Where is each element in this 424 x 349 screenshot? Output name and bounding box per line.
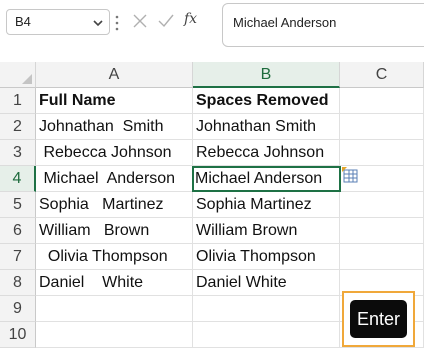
enter-key-label: Enter <box>350 300 407 338</box>
row-header-4[interactable]: 4 <box>0 166 36 192</box>
row-header-2[interactable]: 2 <box>0 114 36 140</box>
cell-c2[interactable] <box>340 114 424 140</box>
keystroke-highlight: Enter <box>342 291 415 347</box>
cell-c7[interactable] <box>340 244 424 270</box>
cell-a10[interactable] <box>36 322 193 348</box>
row-header-9[interactable]: 9 <box>0 296 36 322</box>
cell-b4[interactable]: Michael Anderson <box>192 166 341 192</box>
row-header-6[interactable]: 6 <box>0 218 36 244</box>
cell-c1[interactable] <box>340 88 424 114</box>
row-header-8[interactable]: 8 <box>0 270 36 296</box>
more-options-icon[interactable] <box>114 14 120 32</box>
cell-b10[interactable] <box>193 322 340 348</box>
row-header-10[interactable]: 10 <box>0 322 36 348</box>
cell-a1[interactable]: Full Name <box>36 88 193 114</box>
name-box[interactable]: B4 <box>6 9 110 35</box>
cell-c5[interactable] <box>340 192 424 218</box>
row-header-7[interactable]: 7 <box>0 244 36 270</box>
formula-value: Michael Anderson <box>233 15 337 30</box>
quick-analysis-icon[interactable] <box>341 166 359 184</box>
row-header-3[interactable]: 3 <box>0 140 36 166</box>
column-header-c[interactable]: C <box>340 62 424 88</box>
cell-b2[interactable]: Johnathan Smith <box>193 114 340 140</box>
cell-b9[interactable] <box>193 296 340 322</box>
cell-b7[interactable]: Olivia Thompson <box>193 244 340 270</box>
formula-buttons: fx <box>126 9 218 35</box>
name-box-value: B4 <box>15 14 31 29</box>
cell-a5[interactable]: Sophia Martinez <box>36 192 193 218</box>
chevron-down-icon[interactable] <box>91 16 105 30</box>
x-icon[interactable] <box>130 11 150 31</box>
cell-b8[interactable]: Daniel White <box>193 270 340 296</box>
cell-a6[interactable]: William Brown <box>36 218 193 244</box>
cell-a9[interactable] <box>36 296 193 322</box>
row-header-1[interactable]: 1 <box>0 88 36 114</box>
cell-b5[interactable]: Sophia Martinez <box>193 192 340 218</box>
cell-c6[interactable] <box>340 218 424 244</box>
cell-a2[interactable]: Johnathan Smith <box>36 114 193 140</box>
cell-c3[interactable] <box>340 140 424 166</box>
cell-a8[interactable]: Daniel White <box>36 270 193 296</box>
formula-bar: B4 fx Michael Anderson <box>0 0 424 50</box>
cell-b1[interactable]: Spaces Removed <box>193 88 340 114</box>
column-header-b[interactable]: B <box>193 62 340 88</box>
cell-b3[interactable]: Rebecca Johnson <box>193 140 340 166</box>
select-all-corner[interactable] <box>0 62 36 88</box>
insert-function-button[interactable]: fx <box>184 11 197 27</box>
cell-a7[interactable]: Olivia Thompson <box>36 244 193 270</box>
formula-input[interactable]: Michael Anderson <box>222 3 424 47</box>
cell-a4[interactable]: Michael Anderson <box>36 166 193 192</box>
column-header-a[interactable]: A <box>36 62 193 88</box>
cell-a3[interactable]: Rebecca Johnson <box>36 140 193 166</box>
check-icon[interactable] <box>156 11 176 31</box>
cell-b6[interactable]: William Brown <box>193 218 340 244</box>
row-header-5[interactable]: 5 <box>0 192 36 218</box>
